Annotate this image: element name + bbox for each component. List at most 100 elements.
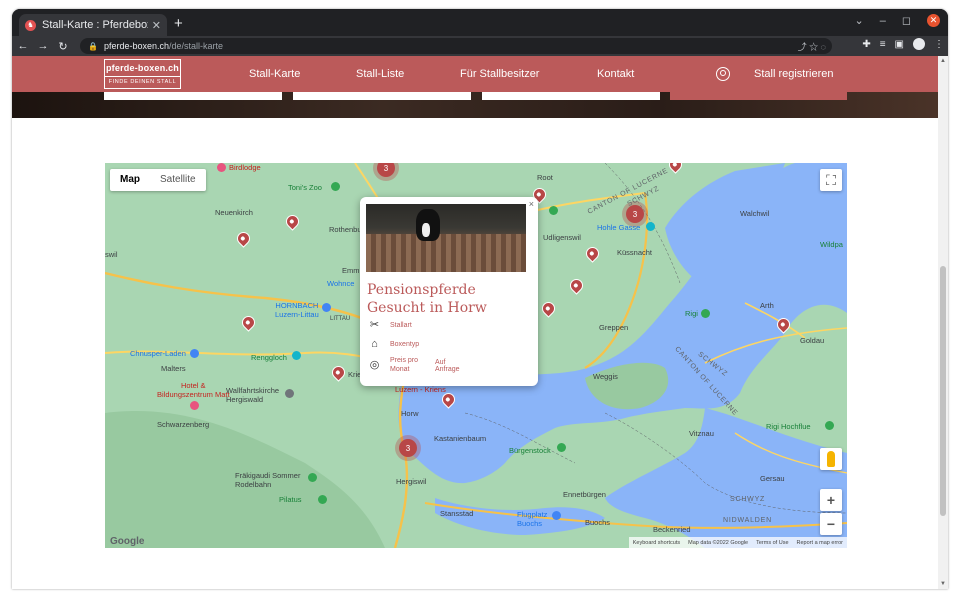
place-label: Horw <box>401 409 419 418</box>
detail-label: Boxentyp <box>390 341 420 348</box>
poi-pin-icon <box>217 163 226 172</box>
place-label: Neuenkirch <box>215 208 253 217</box>
media-icon[interactable]: ≡ <box>880 39 886 50</box>
filter-field-1[interactable] <box>104 92 282 100</box>
logo-title: pferde-boxen.ch <box>105 63 179 73</box>
tools-icon: ✂ <box>369 319 380 331</box>
new-tab-button[interactable]: + <box>174 15 183 32</box>
place-label: Rigi Hochflue <box>766 422 811 431</box>
omnibox-actions[interactable]: ⤴ ☆ ◌ <box>798 40 826 53</box>
map-data-credit: Map data ©2022 Google <box>688 539 749 546</box>
window-close-button[interactable]: ✕ <box>927 14 940 27</box>
place-label: Ennetbürgen <box>563 490 606 499</box>
keyboard-shortcuts-link[interactable]: Keyboard shortcuts <box>633 540 680 546</box>
detail-row-stallart: ✂ Stallart <box>367 319 412 332</box>
chevron-down-icon[interactable]: ⌄ <box>855 14 864 27</box>
google-logo: Google <box>110 536 145 547</box>
zoom-in-button[interactable]: + <box>820 489 842 511</box>
poi-pin-icon <box>190 401 199 410</box>
url-host: pferde-boxen.ch <box>103 41 170 51</box>
tab-stall-karte[interactable]: ♞ Stall-Karte : Pferdeboxen ✕ <box>19 14 167 36</box>
popup-title[interactable]: Pensionspferde Gesucht in Horw <box>367 281 535 317</box>
street-view-icon[interactable] <box>820 448 842 470</box>
favicon-icon: ♞ <box>25 19 36 31</box>
place-label: Küssnacht <box>617 248 653 257</box>
place-label: Flugplatz Buochs <box>517 510 548 528</box>
place-label: Walchwil <box>740 209 770 218</box>
address-bar[interactable]: 🔒 pferde-boxen.ch /de/stall-karte ⤴ ☆ ◌ <box>80 38 832 54</box>
tab-strip: ♞ Stall-Karte : Pferdeboxen ✕ + ⌄ – ◻ ✕ <box>12 9 948 36</box>
nav-fur-stallbesitzer[interactable]: Für Stallbesitzer <box>460 68 539 80</box>
place-label: Udligenswil <box>543 233 581 242</box>
place-label: Schwarzenberg <box>157 420 210 429</box>
place-label: Renggloch <box>251 353 287 362</box>
coins-icon: ◎ <box>369 358 380 371</box>
terms-link[interactable]: Terms of Use <box>756 540 788 546</box>
detail-row-preis: ◎ Preis pro Monat Auf Anfrage <box>367 356 467 374</box>
puzzle-icon[interactable]: ✚ <box>862 39 870 50</box>
stable-photo[interactable] <box>366 204 526 272</box>
nav-stall-karte[interactable]: Stall-Karte <box>249 68 300 80</box>
place-label: Weggis <box>593 372 618 381</box>
map-type-satellite[interactable]: Satellite <box>150 169 206 191</box>
place-label: Bürgenstock <box>509 446 551 455</box>
place-label: Vitznau <box>689 429 714 438</box>
place-label: Toni's Zoo <box>288 183 322 192</box>
horse-head <box>416 209 440 241</box>
page-scrollbar[interactable]: ▲ ▼ <box>938 56 948 589</box>
nav-stall-liste[interactable]: Stall-Liste <box>356 68 404 80</box>
popup-close-button[interactable]: × <box>529 199 534 209</box>
place-label: Malters <box>161 364 186 373</box>
zoom-out-button[interactable]: − <box>820 513 842 535</box>
extension-bar: ✚ ≡ ▣ ⋮ <box>862 38 944 50</box>
filter-field-2[interactable] <box>293 92 471 100</box>
menu-dots-icon[interactable]: ⋮ <box>934 39 944 50</box>
scroll-up-icon[interactable]: ▲ <box>940 58 946 64</box>
place-label: Wallfahrtskirche Hergiswald <box>226 386 280 404</box>
report-error-link[interactable]: Report a map error <box>797 540 843 546</box>
nav-kontakt[interactable]: Kontakt <box>597 68 634 80</box>
place-label: Buochs <box>585 518 611 527</box>
fullscreen-button[interactable]: ⛶ <box>820 169 842 191</box>
tab-close-icon[interactable]: ✕ <box>152 19 161 32</box>
place-label: Wohnce <box>327 279 355 288</box>
detail-label: Preis pro Monat <box>390 357 419 373</box>
marker-cluster[interactable]: 3 <box>399 439 417 457</box>
place-label: Hergiswil <box>396 477 427 486</box>
site-logo[interactable]: pferde-boxen.ch FINDE DEINEN STALL <box>104 59 181 89</box>
url-path: /de/stall-karte <box>169 41 224 51</box>
place-label: Stansstad <box>440 509 474 518</box>
map-type-control: Map Satellite <box>110 169 206 191</box>
poi-pin-icon <box>557 443 566 452</box>
filter-submit[interactable] <box>670 92 847 100</box>
detail-value: Auf Anfrage <box>435 359 460 373</box>
profile-avatar[interactable] <box>913 38 925 50</box>
minimize-button[interactable]: – <box>880 15 886 27</box>
place-label: Wildpa <box>820 240 843 249</box>
reload-icon[interactable]: ↻ <box>54 40 72 53</box>
map-type-map[interactable]: Map <box>110 169 150 191</box>
poi-pin-icon <box>549 206 558 215</box>
user-icon[interactable] <box>716 67 730 81</box>
maximize-button[interactable]: ◻ <box>902 14 911 27</box>
place-label: Arth <box>760 301 774 310</box>
site-nav: pferde-boxen.ch FINDE DEINEN STALL Stall… <box>12 56 938 92</box>
forward-arrow-icon[interactable]: → <box>34 40 52 52</box>
lock-icon: 🔒 <box>88 41 98 51</box>
place-label: Luzern - Kriens <box>395 385 446 394</box>
page-content: pferde-boxen.ch FINDE DEINEN STALL Stall… <box>12 56 948 589</box>
poi-pin-icon <box>285 389 294 398</box>
scrollbar-thumb[interactable] <box>940 266 946 516</box>
place-label: Goldau <box>800 336 825 345</box>
poi-pin-icon <box>552 511 561 520</box>
sidepanel-icon[interactable]: ▣ <box>895 39 904 50</box>
register-link[interactable]: Stall registrieren <box>754 68 833 80</box>
map-container[interactable]: Map Satellite ⛶ + − 3 3 3 Birdlodge Root <box>105 163 847 548</box>
detail-label: Stallart <box>390 322 412 329</box>
poi-pin-icon <box>318 495 327 504</box>
scroll-down-icon[interactable]: ▼ <box>940 581 946 587</box>
place-label: Fräkigaudi Sommer Rodelbahn <box>235 471 301 489</box>
place-label: swil <box>105 250 118 259</box>
back-arrow-icon[interactable]: ← <box>14 40 32 52</box>
filter-field-3[interactable] <box>482 92 660 100</box>
